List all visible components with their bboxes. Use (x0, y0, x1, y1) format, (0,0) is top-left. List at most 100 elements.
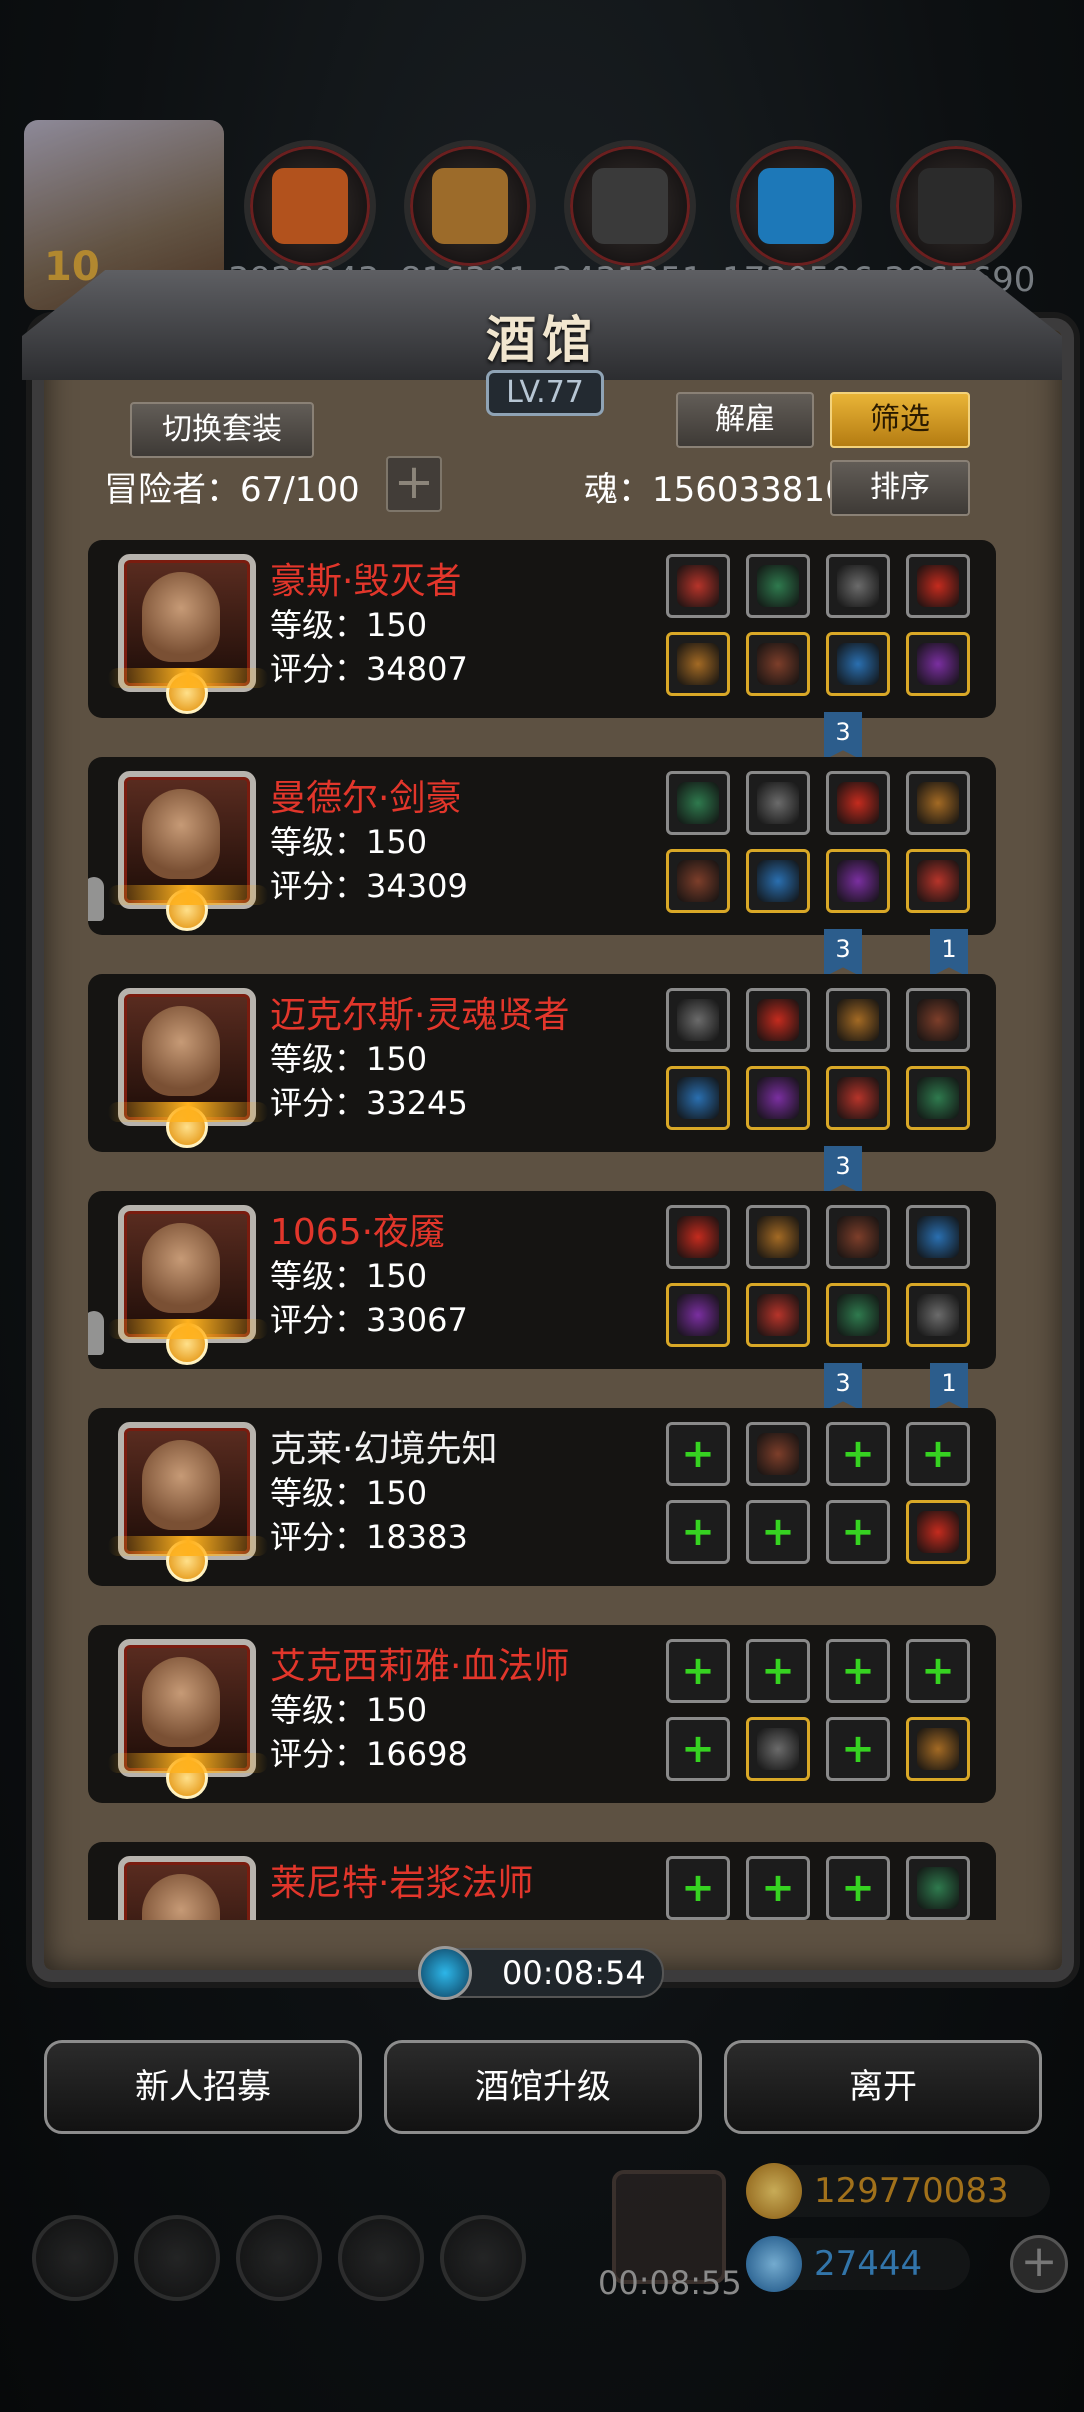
rank-wing (108, 1319, 268, 1339)
equipment-slot[interactable]: + (666, 1500, 730, 1564)
hero-name: 豪斯·毁灭者 (270, 561, 462, 602)
equipment-slot[interactable] (826, 1066, 890, 1130)
hero-face (142, 1006, 220, 1096)
equipment-slot[interactable] (826, 1283, 890, 1347)
equipment-icon (757, 1077, 799, 1119)
hero-list[interactable]: 豪斯·毁灭者 等级：150 评分：34807 3 曼德尔·剑豪 等级：150 评分：3430… (88, 540, 996, 1920)
iron-resource-icon[interactable] (564, 140, 696, 272)
equipment-slot[interactable]: + (826, 1856, 890, 1920)
hero-portrait[interactable] (118, 1856, 256, 1920)
equipment-icon (757, 782, 799, 824)
equipment-slot[interactable] (746, 632, 810, 696)
equipment-slot[interactable] (906, 771, 970, 835)
equipment-slot[interactable] (746, 1066, 810, 1130)
equipment-slot[interactable] (666, 771, 730, 835)
equipment-slot[interactable] (826, 632, 890, 696)
hero-name: 迈克尔斯·灵魂贤者 (270, 995, 570, 1036)
expand-capacity-button[interactable]: + (386, 456, 442, 512)
equipment-slot[interactable]: + (746, 1639, 810, 1703)
equipment-slot[interactable] (906, 554, 970, 618)
equipment-slot[interactable]: + (666, 1639, 730, 1703)
switch-set-button[interactable]: 切换套装 (130, 402, 314, 458)
equipment-slot[interactable] (826, 1205, 890, 1269)
equipment-slot[interactable] (826, 988, 890, 1052)
equipment-slot[interactable] (746, 988, 810, 1052)
equipment-slot[interactable]: + (826, 1500, 890, 1564)
equipment-slot[interactable] (826, 849, 890, 913)
equipment-slot[interactable] (906, 1717, 970, 1781)
hero-card[interactable]: 曼德尔·剑豪 等级：150 评分：34309 (88, 757, 996, 935)
equipment-slot[interactable]: + (666, 1856, 730, 1920)
equipment-slot[interactable] (666, 632, 730, 696)
equipment-slot[interactable] (666, 1205, 730, 1269)
equipment-slot[interactable]: + (746, 1500, 810, 1564)
settings-icon[interactable] (32, 2215, 118, 2301)
hero-face (142, 1223, 220, 1313)
equipment-slot[interactable] (906, 988, 970, 1052)
equipment-slot[interactable]: + (906, 1639, 970, 1703)
equipment-icon (837, 1294, 879, 1336)
equipment-slot[interactable]: + (826, 1639, 890, 1703)
equipment-icon (677, 1077, 719, 1119)
sort-button[interactable]: 排序 (830, 460, 970, 516)
equipment-slot[interactable] (826, 554, 890, 618)
equipment-slot[interactable] (666, 988, 730, 1052)
equipment-slot[interactable]: + (666, 1717, 730, 1781)
equipment-slot[interactable]: + (826, 1717, 890, 1781)
stone-resource-icon[interactable] (890, 140, 1022, 272)
hero-score: 评分：34309 (270, 867, 468, 905)
hero-card[interactable]: 迈克尔斯·灵魂贤者 等级：150 评分：33245 (88, 974, 996, 1152)
add-equipment-icon: + (921, 1431, 955, 1477)
add-currency-button[interactable]: + (1010, 2235, 1068, 2293)
skill-icon[interactable] (236, 2215, 322, 2301)
equipment-slot[interactable] (906, 849, 970, 913)
equipment-slot[interactable] (666, 1283, 730, 1347)
equipment-slot[interactable] (906, 1066, 970, 1130)
equipment-slot[interactable] (666, 849, 730, 913)
ore-resource-icon[interactable] (244, 140, 376, 272)
equipment-slot[interactable]: + (906, 1422, 970, 1486)
equipment-slot[interactable] (906, 1205, 970, 1269)
equipment-slot[interactable] (666, 1066, 730, 1130)
hero-name: 艾克西莉雅·血法师 (270, 1646, 570, 1687)
hero-card[interactable]: 莱尼特·岩浆法师+++++++ (88, 1842, 996, 1920)
mail-icon[interactable] (338, 2215, 424, 2301)
hero-icon[interactable] (134, 2215, 220, 2301)
equipment-slot[interactable] (826, 771, 890, 835)
hero-card[interactable]: 艾克西莉雅·血法师 等级：150 评分：16698 + + + + + + (88, 1625, 996, 1803)
hero-card[interactable]: 克莱·幻境先知 等级：150 评分：18383 + + + + + + (88, 1408, 996, 1586)
equipment-slot[interactable] (906, 1283, 970, 1347)
equipment-slot[interactable] (746, 1422, 810, 1486)
wood-resource-icon[interactable] (404, 140, 536, 272)
hero-level: 等级：150 (270, 606, 428, 644)
upgrade-level-tag: 3 (824, 712, 862, 760)
leave-button[interactable]: 离开 (724, 2040, 1042, 2134)
equipment-slot[interactable]: + (666, 1422, 730, 1486)
hero-face (142, 1440, 220, 1530)
equipment-slot[interactable] (746, 771, 810, 835)
equipment-slot[interactable] (906, 1500, 970, 1564)
recruit-button[interactable]: 新人招募 (44, 2040, 362, 2134)
dismiss-button[interactable]: 解雇 (676, 392, 814, 448)
equipment-slot[interactable] (906, 632, 970, 696)
soul-count: 魂：156033816 (584, 470, 847, 510)
filter-button[interactable]: 筛选 (830, 392, 970, 448)
equipment-slot[interactable] (746, 1283, 810, 1347)
hero-card[interactable]: 1065·夜魇 等级：150 评分：33067 (88, 1191, 996, 1369)
equipment-icon (837, 999, 879, 1041)
equipment-icon (837, 565, 879, 607)
equipment-slot[interactable] (906, 1856, 970, 1920)
guild-icon[interactable] (440, 2215, 526, 2301)
equipment-slot[interactable] (746, 554, 810, 618)
equipment-slot[interactable] (746, 849, 810, 913)
crystal-resource-icon[interactable] (730, 140, 862, 272)
hero-card[interactable]: 豪斯·毁灭者 等级：150 评分：34807 (88, 540, 996, 718)
hero-level: 等级：150 (270, 1474, 428, 1512)
equipment-slot[interactable]: + (826, 1422, 890, 1486)
add-equipment-icon: + (761, 1865, 795, 1911)
upgrade-tavern-button[interactable]: 酒馆升级 (384, 2040, 702, 2134)
equipment-slot[interactable] (746, 1717, 810, 1781)
equipment-slot[interactable] (666, 554, 730, 618)
equipment-slot[interactable]: + (746, 1856, 810, 1920)
equipment-slot[interactable] (746, 1205, 810, 1269)
